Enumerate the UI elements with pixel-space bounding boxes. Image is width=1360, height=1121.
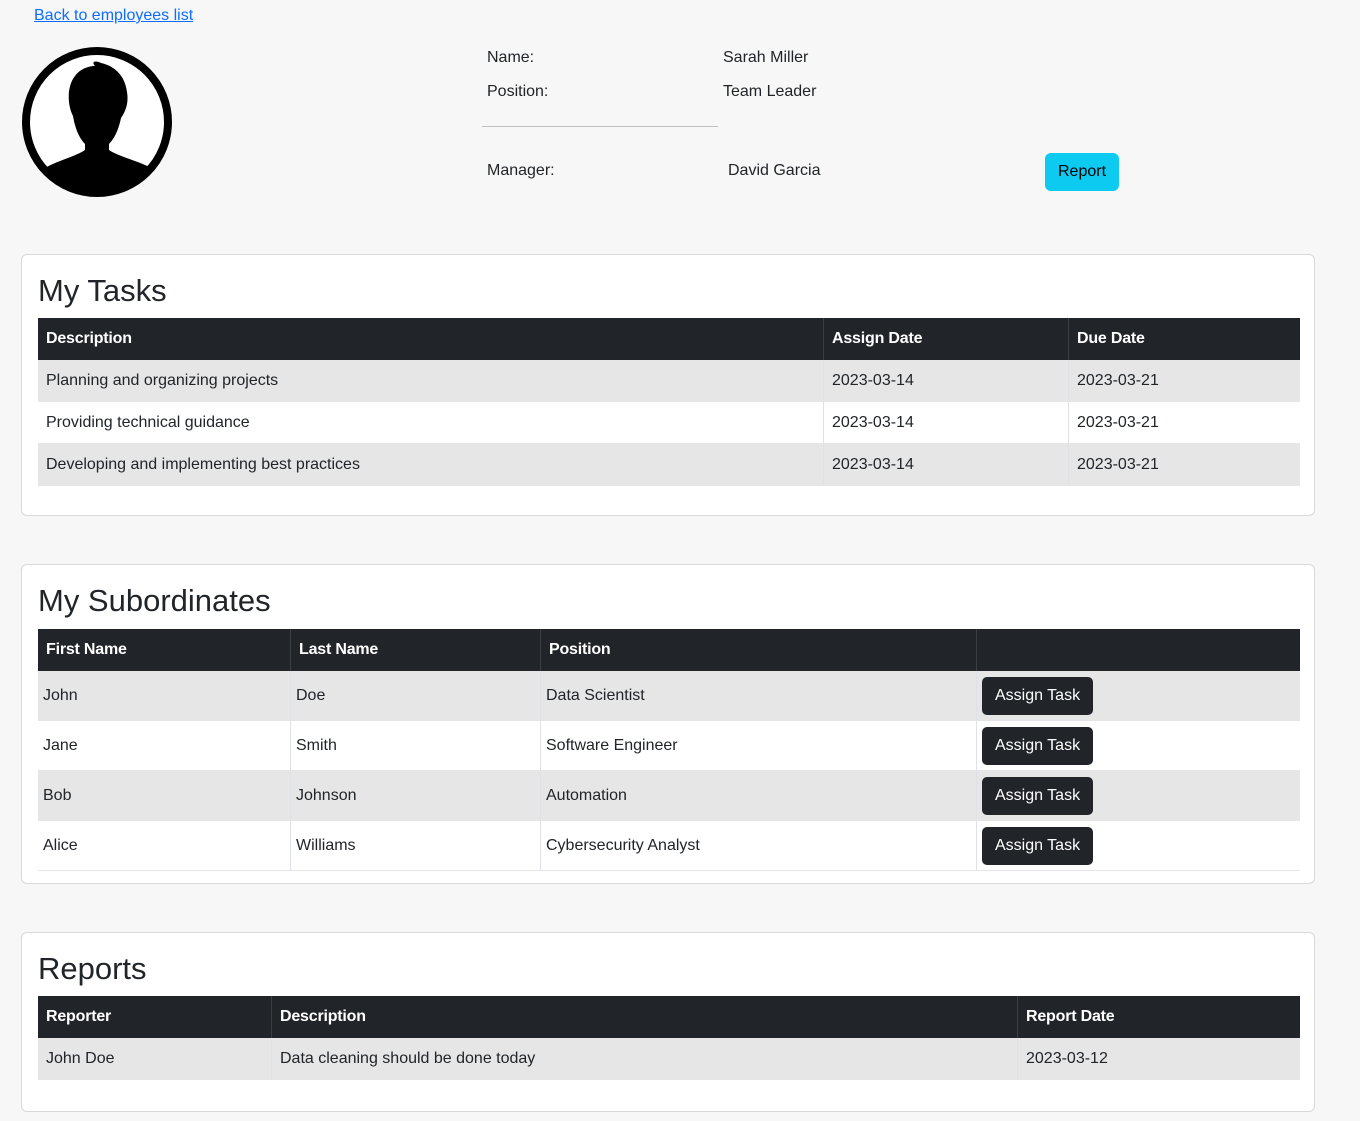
sub-position: Data Scientist bbox=[540, 671, 977, 721]
report-description: Data cleaning should be done today bbox=[271, 1038, 1018, 1080]
table-row: Bob Johnson Automation Assign Task bbox=[38, 770, 1300, 821]
task-description: Planning and organizing projects bbox=[38, 360, 824, 402]
tasks-header-assign-date: Assign Date bbox=[823, 318, 1069, 360]
task-assign-date: 2023-03-14 bbox=[823, 401, 1069, 444]
profile-divider bbox=[482, 126, 718, 127]
task-due-date: 2023-03-21 bbox=[1068, 360, 1300, 402]
subs-header-actions bbox=[976, 629, 1300, 671]
sub-position: Software Engineer bbox=[540, 720, 977, 771]
task-assign-date: 2023-03-14 bbox=[823, 360, 1069, 402]
table-row: Developing and implementing best practic… bbox=[38, 443, 1300, 486]
assign-task-button[interactable]: Assign Task bbox=[982, 826, 1094, 865]
name-label: Name: bbox=[487, 49, 535, 66]
table-row: John Doe Data Scientist Assign Task bbox=[38, 671, 1300, 721]
sub-position: Cybersecurity Analyst bbox=[540, 820, 977, 871]
sub-last-name: Doe bbox=[290, 671, 541, 721]
sub-actions: Assign Task bbox=[976, 671, 1300, 721]
manager-label: Manager: bbox=[487, 162, 555, 179]
table-row: Providing technical guidance 2023-03-14 … bbox=[38, 401, 1300, 444]
subordinates-title: My Subordinates bbox=[38, 583, 271, 618]
task-assign-date: 2023-03-14 bbox=[823, 443, 1069, 486]
tasks-header-due-date: Due Date bbox=[1068, 318, 1300, 360]
task-description: Developing and implementing best practic… bbox=[38, 443, 824, 486]
subordinates-table: First Name Last Name Position John Doe D… bbox=[38, 629, 1300, 871]
name-value: Sarah Miller bbox=[723, 49, 809, 66]
subs-header-position: Position bbox=[540, 629, 977, 671]
reports-card: Reports Reporter Description Report Date… bbox=[21, 932, 1315, 1112]
subordinates-card: My Subordinates First Name Last Name Pos… bbox=[21, 564, 1315, 884]
task-due-date: 2023-03-21 bbox=[1068, 401, 1300, 444]
reports-table: Reporter Description Report Date John Do… bbox=[38, 996, 1300, 1080]
sub-actions: Assign Task bbox=[976, 820, 1300, 871]
reports-title: Reports bbox=[38, 951, 147, 986]
sub-position: Automation bbox=[540, 770, 977, 821]
position-value: Team Leader bbox=[723, 83, 817, 100]
sub-first-name: Jane bbox=[38, 720, 291, 771]
sub-first-name: Bob bbox=[38, 770, 291, 821]
reports-header-reporter: Reporter bbox=[38, 996, 272, 1038]
assign-task-button[interactable]: Assign Task bbox=[982, 676, 1094, 715]
report-reporter: John Doe bbox=[38, 1038, 272, 1080]
assign-task-button[interactable]: Assign Task bbox=[982, 776, 1094, 815]
sub-last-name: Johnson bbox=[290, 770, 541, 821]
task-description: Providing technical guidance bbox=[38, 401, 824, 444]
table-row: Jane Smith Software Engineer Assign Task bbox=[38, 720, 1300, 771]
tasks-table: Description Assign Date Due Date Plannin… bbox=[38, 318, 1300, 486]
reports-header-description: Description bbox=[271, 996, 1018, 1038]
sub-first-name: John bbox=[38, 671, 291, 721]
position-label: Position: bbox=[487, 83, 549, 100]
report-date: 2023-03-12 bbox=[1017, 1038, 1300, 1080]
manager-value: David Garcia bbox=[728, 162, 821, 179]
sub-first-name: Alice bbox=[38, 820, 291, 871]
user-avatar-icon bbox=[22, 47, 172, 197]
back-to-employees-link[interactable]: Back to employees list bbox=[34, 7, 193, 25]
table-row: John Doe Data cleaning should be done to… bbox=[38, 1038, 1300, 1080]
table-row: Alice Williams Cybersecurity Analyst Ass… bbox=[38, 820, 1300, 871]
sub-actions: Assign Task bbox=[976, 770, 1300, 821]
sub-last-name: Williams bbox=[290, 820, 541, 871]
assign-task-button[interactable]: Assign Task bbox=[982, 726, 1094, 765]
task-due-date: 2023-03-21 bbox=[1068, 443, 1300, 486]
table-row: Planning and organizing projects 2023-03… bbox=[38, 360, 1300, 402]
sub-actions: Assign Task bbox=[976, 720, 1300, 771]
tasks-card: My Tasks Description Assign Date Due Dat… bbox=[21, 254, 1315, 516]
reports-header-report-date: Report Date bbox=[1017, 996, 1300, 1038]
tasks-title: My Tasks bbox=[38, 273, 167, 308]
report-button[interactable]: Report bbox=[1045, 153, 1119, 191]
subs-header-first-name: First Name bbox=[38, 629, 291, 671]
sub-last-name: Smith bbox=[290, 720, 541, 771]
subs-header-last-name: Last Name bbox=[290, 629, 541, 671]
tasks-header-description: Description bbox=[38, 318, 824, 360]
